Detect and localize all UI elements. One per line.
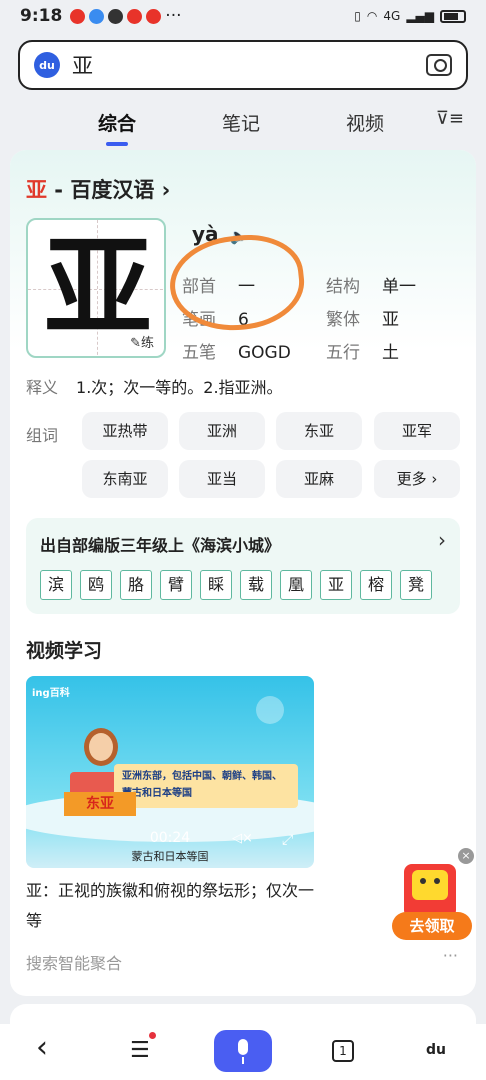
- more-words-button[interactable]: 更多 ›: [374, 460, 460, 498]
- search-input[interactable]: 亚: [72, 50, 426, 80]
- more-notifications-icon: ···: [165, 6, 182, 26]
- character-writing-box[interactable]: 亚 ✎练: [26, 218, 166, 358]
- tab-video[interactable]: 视频: [346, 109, 384, 136]
- smart-aggregation-label: 搜索智能聚合: [26, 954, 123, 973]
- attr-key: 繁体: [326, 310, 360, 330]
- voice-search-button[interactable]: [214, 1030, 272, 1072]
- card-title-source: - 百度汉语: [47, 178, 155, 202]
- back-button[interactable]: ‹: [36, 1030, 48, 1065]
- camera-icon[interactable]: [426, 54, 452, 76]
- attr-structure: 结构 单一: [326, 272, 416, 297]
- lesson-char[interactable]: 滨: [40, 570, 72, 600]
- attr-value: GOGD: [238, 343, 291, 363]
- attr-value: 土: [382, 343, 399, 363]
- weibo-icon: [70, 8, 86, 24]
- battery-icon: [440, 9, 466, 23]
- words-label: 组词: [26, 426, 59, 445]
- lesson-char[interactable]: 臂: [160, 570, 192, 600]
- attr-key: 五笔: [182, 343, 216, 363]
- more-options-icon[interactable]: ···: [443, 946, 458, 965]
- attr-value: 单一: [382, 277, 416, 297]
- attr-five-elements: 五行 土: [326, 338, 399, 363]
- lesson-char[interactable]: 凰: [280, 570, 312, 600]
- baidu-home-icon[interactable]: du: [426, 1042, 446, 1058]
- red-envelope-promo[interactable]: 去领取: [392, 858, 472, 944]
- lesson-char[interactable]: 鸥: [80, 570, 112, 600]
- textbook-source[interactable]: 出自部编版三年级上《海滨小城》 › 滨 鸥 胳 臂 睬 载 凰 亚 榕 凳: [26, 518, 460, 614]
- lesson-char[interactable]: 亚: [320, 570, 352, 600]
- video-description: 亚：正视的族徽和俯视的祭坛形；仅次一等: [26, 881, 315, 930]
- weibo-icon: [146, 8, 162, 24]
- tab-count-button[interactable]: 1: [332, 1040, 354, 1062]
- card-title[interactable]: 亚 - 百度汉语 ›: [26, 174, 170, 204]
- definition-text: 1.次；次一等的。2.指亚洲。: [76, 378, 283, 397]
- baidu-logo-icon: du: [34, 52, 60, 78]
- attr-value: 亚: [382, 310, 399, 330]
- lesson-char[interactable]: 胳: [120, 570, 152, 600]
- browser-icon: [89, 8, 105, 24]
- video-watermark: ing百科: [32, 688, 70, 699]
- video-duration: 00:24: [149, 830, 191, 846]
- word-chip[interactable]: 亚军: [374, 412, 460, 450]
- filter-icon[interactable]: ⊽≡: [436, 108, 464, 129]
- lesson-char[interactable]: 睬: [200, 570, 232, 600]
- vibrate-icon: ▯: [354, 9, 361, 23]
- status-time: 9:18: [20, 6, 63, 26]
- card-title-char: 亚: [26, 178, 47, 202]
- status-right: ▯ ◠ 4G ▂▄▆: [354, 9, 466, 23]
- attr-key: 五行: [326, 343, 360, 363]
- fullscreen-icon[interactable]: ⤢: [282, 832, 293, 848]
- textbook-source-title: 出自部编版三年级上《海滨小城》: [40, 536, 281, 555]
- attr-traditional: 繁体 亚: [326, 305, 399, 330]
- word-chip[interactable]: 东亚: [276, 412, 362, 450]
- status-bar: 9:18 ··· ▯ ◠ 4G ▂▄▆: [0, 0, 486, 32]
- weibo-icon: [127, 8, 143, 24]
- attr-key: 结构: [326, 277, 360, 297]
- qq-icon: [108, 8, 124, 24]
- video-tag: 东亚: [64, 792, 136, 816]
- video-subtitle: 蒙古和日本等国: [131, 850, 209, 863]
- decor-bubble: [256, 696, 284, 724]
- tab-comprehensive[interactable]: 综合: [98, 109, 136, 146]
- search-box[interactable]: du 亚: [18, 40, 468, 90]
- signal-icon: ▂▄▆: [406, 9, 434, 23]
- lesson-char[interactable]: 榕: [360, 570, 392, 600]
- word-chip[interactable]: 亚麻: [276, 460, 362, 498]
- smiley-icon: [412, 870, 448, 900]
- word-chip[interactable]: 亚当: [179, 460, 265, 498]
- chevron-right-icon: ›: [161, 178, 171, 202]
- practice-button[interactable]: ✎练: [126, 331, 158, 352]
- attr-wubi: 五笔 GOGD: [182, 338, 291, 363]
- word-chip[interactable]: 亚洲: [179, 412, 265, 450]
- video-caption-banner: 亚洲东部，包括中国、朝鲜、韩国、蒙古和日本等国: [114, 764, 298, 808]
- video-player[interactable]: ing百科 亚洲东部，包括中国、朝鲜、韩国、蒙古和日本等国 东亚 00:24 ◁…: [26, 676, 314, 868]
- lesson-char[interactable]: 凳: [400, 570, 432, 600]
- chevron-right-icon: ›: [438, 528, 446, 552]
- video-section-title: 视频学习: [26, 640, 103, 662]
- menu-button[interactable]: ☰: [130, 1032, 156, 1063]
- word-chip[interactable]: 东南亚: [82, 460, 168, 498]
- claim-button[interactable]: 去领取: [392, 912, 472, 940]
- lesson-char[interactable]: 载: [240, 570, 272, 600]
- network-type: 4G: [383, 9, 401, 23]
- definition: 释义 1.次；次一等的。2.指亚洲。: [26, 374, 283, 398]
- word-chip[interactable]: 亚热带: [82, 412, 168, 450]
- mute-icon[interactable]: ◁×: [232, 831, 253, 846]
- result-tabs: 综合 笔记 视频 ⊽≡: [0, 100, 486, 146]
- bottom-nav: ‹ ☰ 1 du: [0, 1024, 486, 1080]
- tab-notes[interactable]: 笔记: [222, 109, 260, 136]
- definition-label: 释义: [26, 378, 59, 397]
- cartoon-girl-illustration: [84, 728, 118, 766]
- close-promo-button[interactable]: ×: [458, 848, 474, 864]
- wifi-icon: ◠: [366, 9, 378, 23]
